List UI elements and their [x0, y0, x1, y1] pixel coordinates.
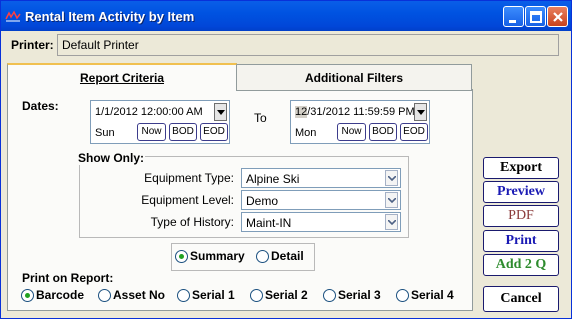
export-button[interactable]: Export: [483, 157, 559, 179]
maximize-button[interactable]: [525, 6, 546, 27]
chevron-down-icon: [388, 198, 396, 203]
printer-field[interactable]: Default Printer: [57, 34, 559, 56]
chevron-down-icon: [388, 220, 396, 225]
to-bod-button[interactable]: BOD: [369, 123, 397, 141]
from-date-picker[interactable]: 1/1/2012 12:00:00 AM Sun Now BOD EOD: [90, 100, 230, 144]
serial-4-label: Serial 4: [411, 288, 454, 302]
radio-unselected-icon: [256, 249, 269, 263]
add-to-queue-button[interactable]: Add 2 Q: [483, 254, 559, 276]
from-bod-button[interactable]: BOD: [169, 123, 197, 141]
equipment-level-select[interactable]: Demo: [241, 190, 401, 210]
barcode-radio[interactable]: Barcode: [21, 288, 84, 302]
minimize-button[interactable]: [503, 6, 524, 27]
preview-button[interactable]: Preview: [483, 181, 559, 203]
from-now-button[interactable]: Now: [137, 123, 166, 141]
to-date-picker[interactable]: 12/31/2012 11:59:59 PM Mon Now BOD EOD: [290, 100, 430, 144]
detail-label: Detail: [271, 249, 304, 263]
radio-selected-icon: [21, 288, 34, 302]
type-of-history-value: Maint-IN: [246, 216, 292, 230]
from-eod-button[interactable]: EOD: [200, 123, 228, 141]
window-title: Rental Item Activity by Item: [25, 9, 195, 24]
tab-report-criteria[interactable]: Report Criteria: [7, 63, 237, 91]
from-date-value: 1/1/2012 12:00:00 AM: [95, 106, 203, 118]
asset-no-label: Asset No: [113, 288, 166, 302]
pdf-button[interactable]: PDF: [483, 205, 559, 227]
equipment-type-label: Equipment Type:: [144, 171, 234, 185]
to-now-button[interactable]: Now: [337, 123, 366, 141]
equipment-type-select[interactable]: Alpine Ski: [241, 168, 401, 188]
close-icon: [553, 12, 563, 22]
app-icon: [5, 10, 21, 22]
print-on-report-label: Print on Report:: [22, 271, 114, 285]
serial-1-radio[interactable]: Serial 1: [177, 288, 235, 302]
cancel-button[interactable]: Cancel: [483, 286, 559, 312]
serial-2-radio[interactable]: Serial 2: [250, 288, 308, 302]
to-day: Mon: [295, 127, 317, 139]
detail-radio[interactable]: Detail: [256, 249, 304, 263]
minimize-icon: [509, 20, 516, 23]
serial-3-label: Serial 3: [338, 288, 381, 302]
equipment-type-dropdown[interactable]: [385, 170, 398, 186]
chevron-down-icon: [417, 110, 425, 115]
serial-2-label: Serial 2: [265, 288, 308, 302]
serial-4-radio[interactable]: Serial 4: [396, 288, 454, 302]
show-only-title: Show Only:: [77, 151, 145, 165]
to-eod-button[interactable]: EOD: [400, 123, 428, 141]
to-date-month-selected: 12: [295, 106, 308, 118]
radio-selected-icon: [175, 249, 188, 263]
serial-3-radio[interactable]: Serial 3: [323, 288, 381, 302]
to-date-value: 12/31/2012 11:59:59 PM: [295, 106, 415, 118]
to-date-dropdown[interactable]: [414, 103, 427, 121]
tab-additional-filters[interactable]: Additional Filters: [236, 64, 472, 91]
radio-unselected-icon: [98, 288, 111, 302]
from-day: Sun: [95, 127, 115, 139]
to-label: To: [254, 111, 267, 125]
summary-radio[interactable]: Summary: [175, 249, 245, 263]
type-of-history-select[interactable]: Maint-IN: [241, 212, 401, 232]
tab-label: Report Criteria: [79, 71, 165, 85]
summary-label: Summary: [190, 249, 245, 263]
chevron-down-icon: [217, 110, 225, 115]
serial-1-label: Serial 1: [192, 288, 235, 302]
type-of-history-label: Type of History:: [150, 215, 234, 229]
print-button[interactable]: Print: [483, 230, 559, 252]
radio-unselected-icon: [177, 288, 190, 302]
type-of-history-dropdown[interactable]: [385, 214, 398, 230]
tab-label: Additional Filters: [304, 71, 403, 85]
radio-unselected-icon: [396, 288, 409, 302]
chevron-down-icon: [388, 176, 396, 181]
equipment-level-dropdown[interactable]: [385, 192, 398, 208]
report-window: Rental Item Activity by Item Printer: De…: [0, 0, 572, 319]
to-date-rest: /31/2012 11:59:59 PM: [307, 106, 415, 118]
radio-unselected-icon: [250, 288, 263, 302]
equipment-level-value: Demo: [246, 194, 279, 208]
from-date-dropdown[interactable]: [214, 103, 227, 121]
equipment-level-label: Equipment Level:: [141, 193, 234, 207]
close-button[interactable]: [547, 6, 568, 27]
title-bar[interactable]: Rental Item Activity by Item: [1, 1, 571, 31]
equipment-type-value: Alpine Ski: [246, 172, 300, 186]
printer-label: Printer:: [11, 38, 54, 52]
dates-label: Dates:: [22, 99, 59, 113]
maximize-icon: [530, 11, 542, 23]
radio-unselected-icon: [323, 288, 336, 302]
asset-no-radio[interactable]: Asset No: [98, 288, 165, 302]
barcode-label: Barcode: [36, 288, 85, 302]
